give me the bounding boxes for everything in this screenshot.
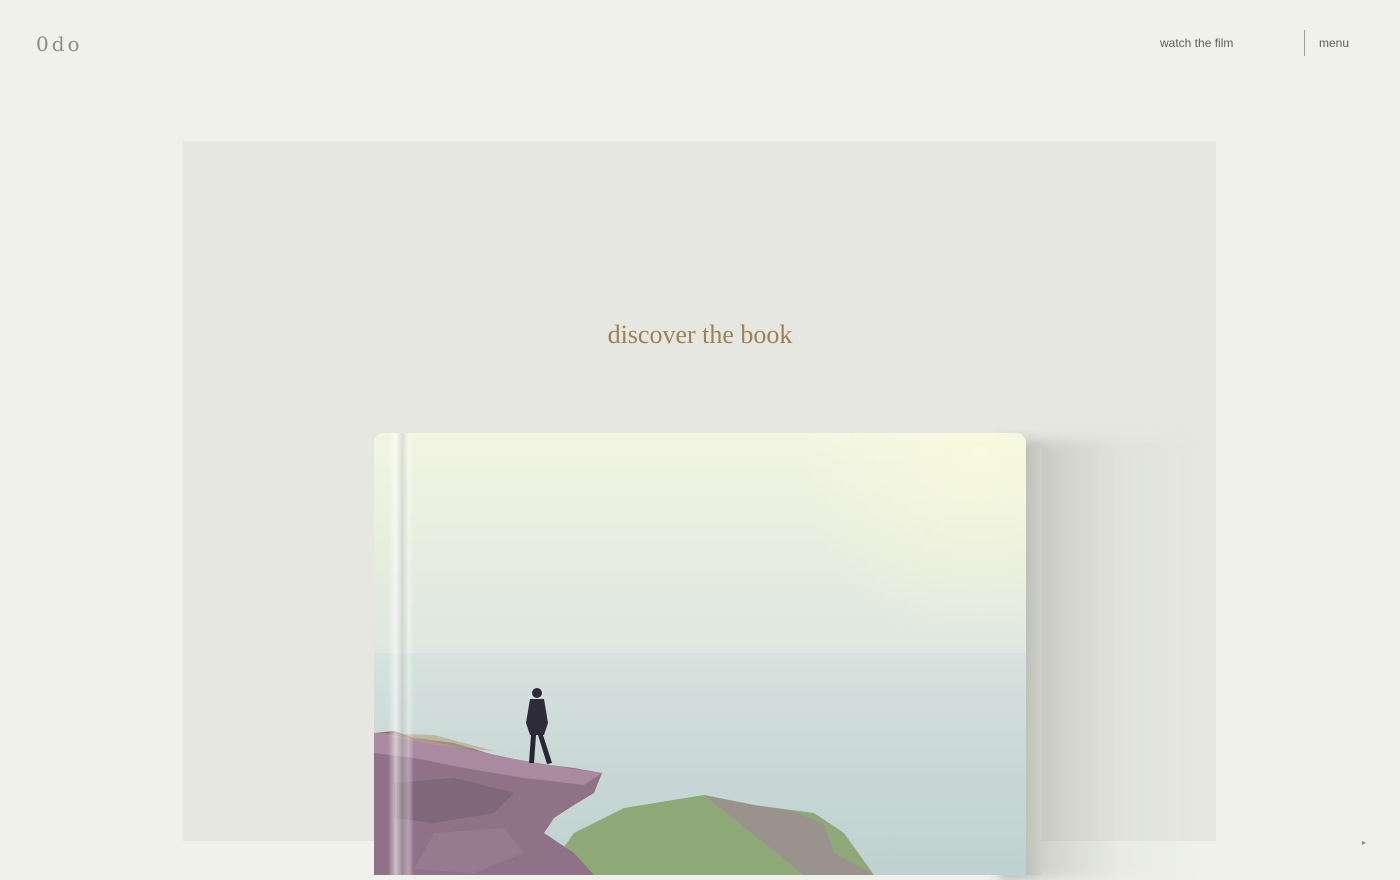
book-cover[interactable]: [374, 433, 1026, 875]
nav-divider: [1304, 30, 1305, 56]
cover-glare: [794, 433, 1026, 653]
scroll-indicator-icon[interactable]: ▸: [1362, 838, 1366, 847]
site-logo[interactable]: 0do: [36, 32, 83, 56]
watch-film-link[interactable]: watch the film: [1160, 36, 1280, 50]
menu-button[interactable]: menu: [1319, 36, 1349, 50]
section-heading: discover the book: [607, 320, 793, 349]
book-spine: [388, 433, 414, 875]
